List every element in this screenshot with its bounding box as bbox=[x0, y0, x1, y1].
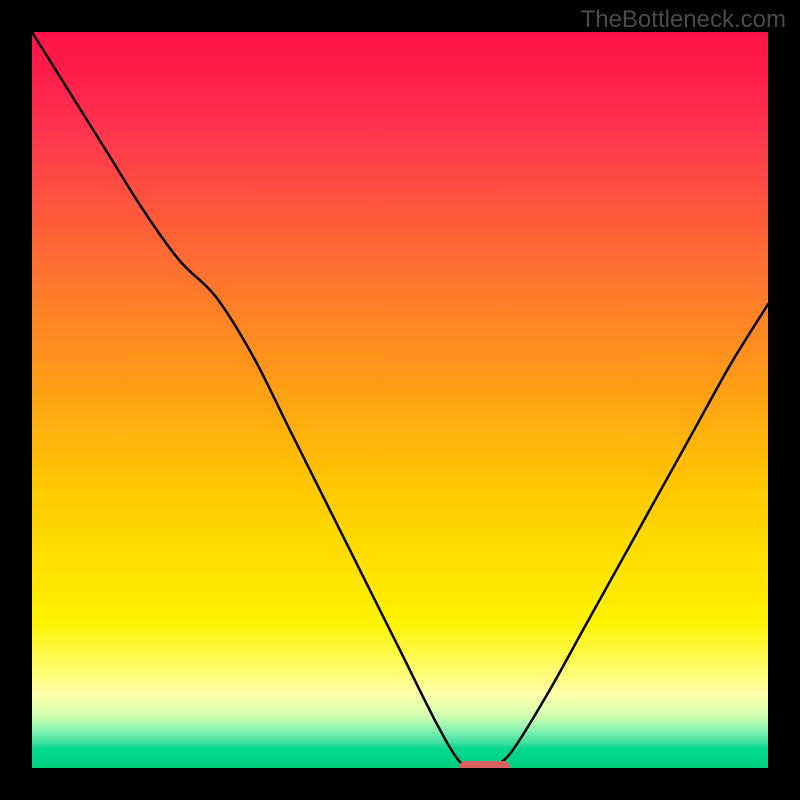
chart-container: TheBottleneck.com bbox=[0, 0, 800, 800]
watermark-text: TheBottleneck.com bbox=[581, 6, 786, 34]
bottleneck-curve bbox=[32, 32, 768, 768]
plot-area bbox=[32, 32, 768, 768]
optimal-marker bbox=[459, 761, 511, 768]
